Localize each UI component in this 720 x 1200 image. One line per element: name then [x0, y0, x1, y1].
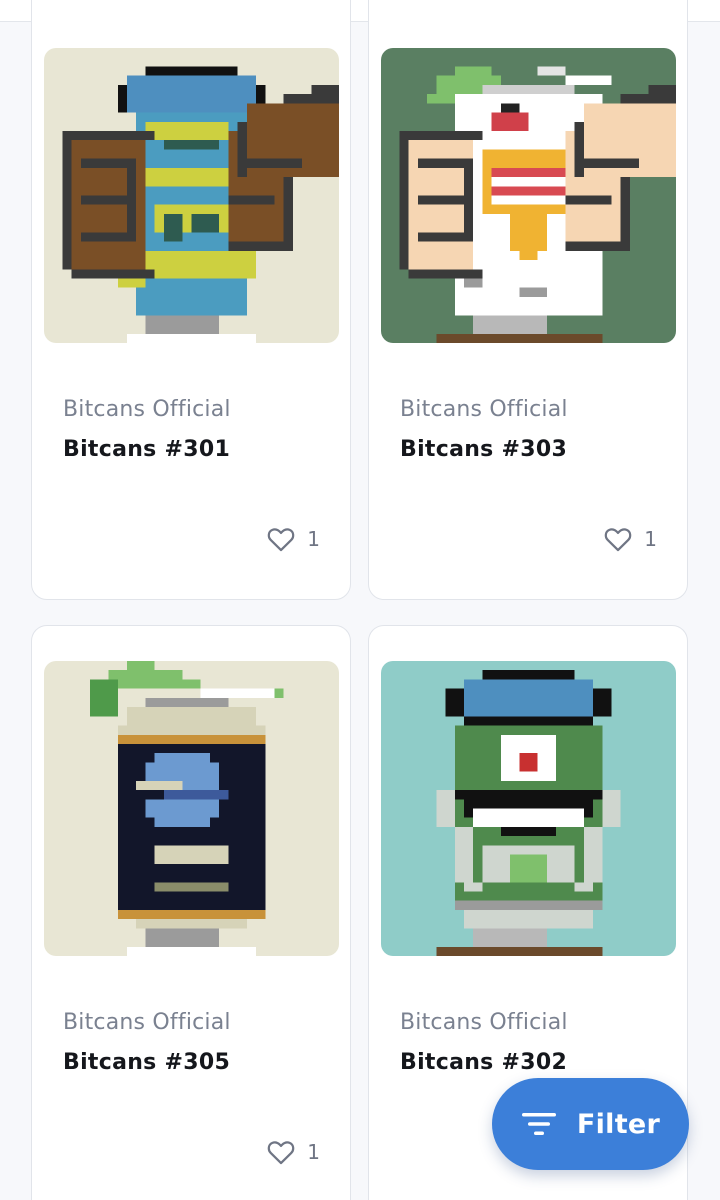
nft-card[interactable]: Bitcans Official Bitcans #301 1: [31, 0, 351, 600]
can-302-green-robot-blue-helmet-icon[interactable]: [381, 661, 676, 956]
filter-lines-icon: [521, 1113, 556, 1135]
nft-card[interactable]: Bitcans Official Bitcans #303 1: [368, 0, 688, 600]
can-305-navy-label-green-lid-icon[interactable]: [44, 661, 339, 956]
like-count: 1: [307, 1140, 320, 1164]
heart-outline-icon: [604, 528, 632, 552]
nft-title: Bitcans #302: [400, 1050, 568, 1075]
collection-name: Bitcans Official: [63, 397, 231, 422]
collection-name: Bitcans Official: [63, 1010, 231, 1035]
nft-card[interactable]: Bitcans Official Bitcans #305 1: [31, 625, 351, 1200]
heart-outline-icon: [267, 1141, 295, 1165]
filter-button[interactable]: Filter: [492, 1078, 689, 1170]
like-count: 1: [644, 527, 657, 551]
can-303-white-skull-peach-fists-icon[interactable]: [381, 48, 676, 343]
nft-title: Bitcans #303: [400, 437, 568, 462]
like-button[interactable]: 1: [267, 1139, 320, 1165]
nft-title: Bitcans #301: [63, 437, 231, 462]
can-301-blue-helmet-brown-fists-icon[interactable]: [44, 48, 339, 343]
nft-title: Bitcans #305: [63, 1050, 231, 1075]
like-count: 1: [307, 527, 320, 551]
like-button[interactable]: 1: [267, 526, 320, 552]
like-button[interactable]: 1: [604, 526, 657, 552]
collection-name: Bitcans Official: [400, 397, 568, 422]
filter-label: Filter: [576, 1108, 661, 1140]
heart-outline-icon: [267, 528, 295, 552]
collection-name: Bitcans Official: [400, 1010, 568, 1035]
